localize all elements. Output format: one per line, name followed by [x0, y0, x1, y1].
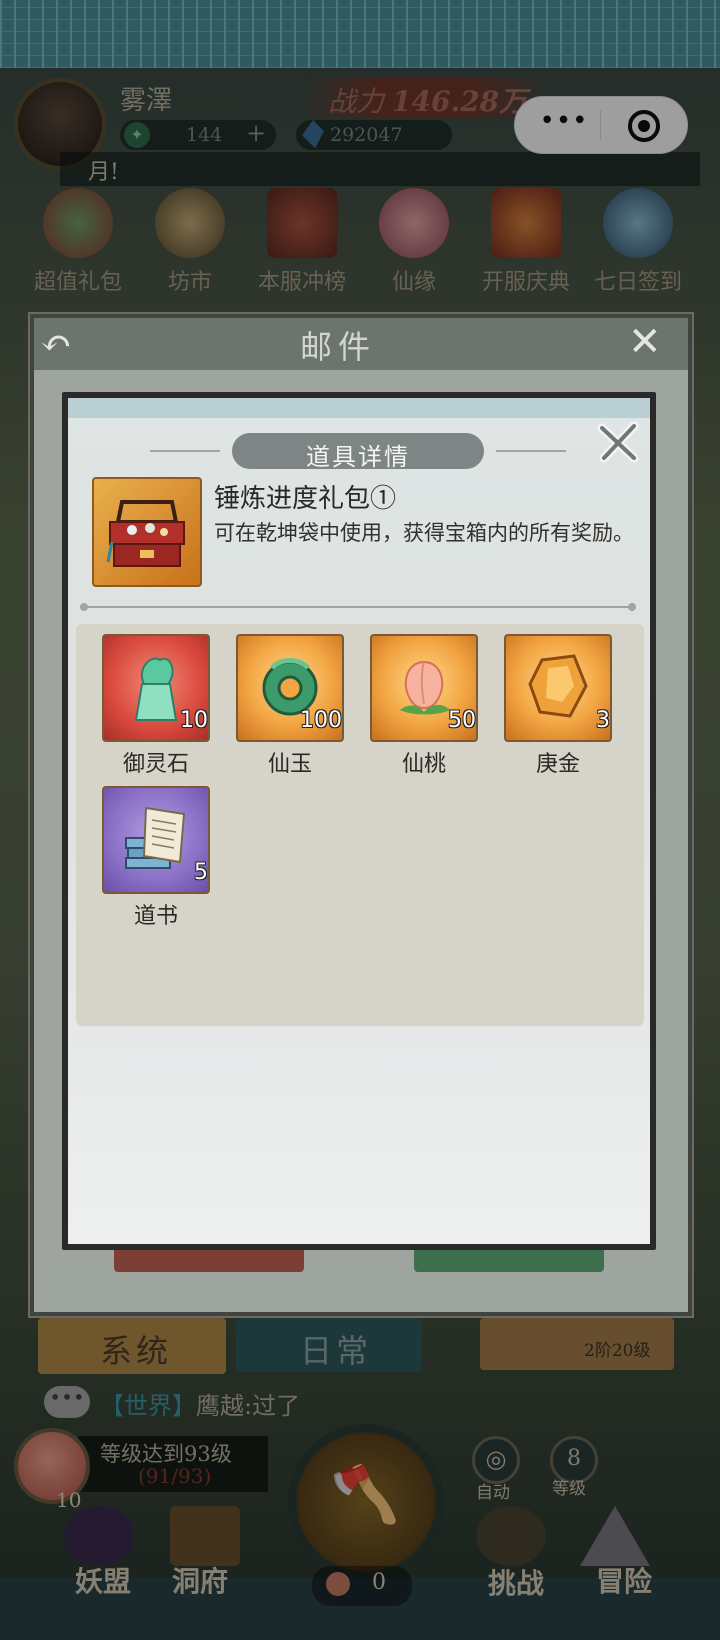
close-icon[interactable]: ✕ — [628, 322, 672, 364]
reward-name: 仙玉 — [267, 752, 312, 777]
reward-name: 庚金 — [535, 752, 580, 777]
reward-name: 仙桃 — [401, 752, 446, 777]
reward-name: 道书 — [133, 904, 178, 929]
reward-slot-spirit-stone[interactable]: 10 — [102, 634, 210, 742]
dialog-title: 道具详情 — [306, 443, 410, 471]
divider-dot — [80, 603, 88, 611]
item-name: 锤炼进度礼包① — [214, 484, 397, 514]
reward-count: 3 — [596, 708, 610, 733]
close-icon[interactable] — [594, 418, 642, 466]
reward-slot-metal-ore[interactable]: 3 — [504, 634, 612, 742]
reward-count: 5 — [194, 860, 208, 885]
dialog-top-band — [68, 398, 650, 418]
treasure-chest-icon — [106, 500, 185, 567]
top-decor-pattern — [0, 0, 720, 68]
reward-count: 100 — [300, 708, 342, 733]
reward-count: 50 — [448, 708, 476, 733]
reward-slot-dao-book[interactable]: 5 — [102, 786, 210, 894]
reward-count: 10 — [180, 708, 208, 733]
back-arrow-icon[interactable]: ↶ — [40, 324, 94, 364]
reward-slot-immortal-peach[interactable]: 50 — [370, 634, 478, 742]
mail-title: 邮件 — [300, 328, 377, 366]
title-ornament-right — [496, 450, 566, 452]
item-description: 可在乾坤袋中使用，获得宝箱内的所有奖励。 — [214, 521, 634, 545]
reward-slot-immortal-jade[interactable]: 100 — [236, 634, 344, 742]
divider — [84, 606, 634, 608]
title-ornament-left — [150, 450, 220, 452]
reward-name: 御灵石 — [122, 752, 189, 777]
divider-dot — [628, 603, 636, 611]
